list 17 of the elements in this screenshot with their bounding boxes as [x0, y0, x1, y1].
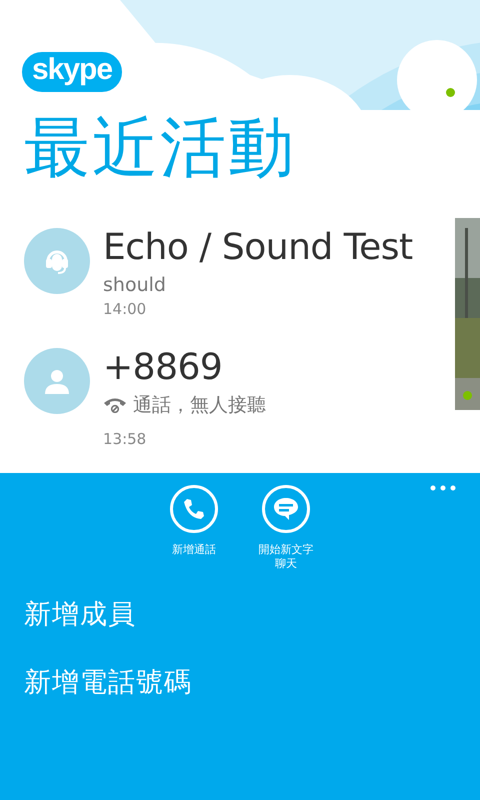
- app-bar-button[interactable]: 開始新文字聊天: [254, 485, 318, 571]
- phone-icon: [183, 498, 205, 520]
- app-bar-button[interactable]: 新增通話: [162, 485, 226, 571]
- menu-item[interactable]: 新增成員: [24, 581, 136, 649]
- last-message: 通話，無人接聽: [133, 393, 266, 418]
- message-time: 13:58: [103, 429, 148, 450]
- missed-call-icon: [103, 397, 127, 413]
- contact-name[interactable]: Echo / Sound Test: [103, 226, 413, 270]
- contact-name[interactable]: +8869: [103, 346, 266, 390]
- skype-logo: skype: [20, 50, 124, 94]
- chat-icon: [273, 497, 299, 521]
- message-time: 14:00: [103, 299, 148, 320]
- page-title: 最近活動: [24, 108, 297, 188]
- more-icon[interactable]: [430, 485, 456, 491]
- menu-item[interactable]: 新增電話號碼: [24, 649, 192, 717]
- person-icon: [44, 368, 70, 394]
- last-message: should: [103, 273, 166, 298]
